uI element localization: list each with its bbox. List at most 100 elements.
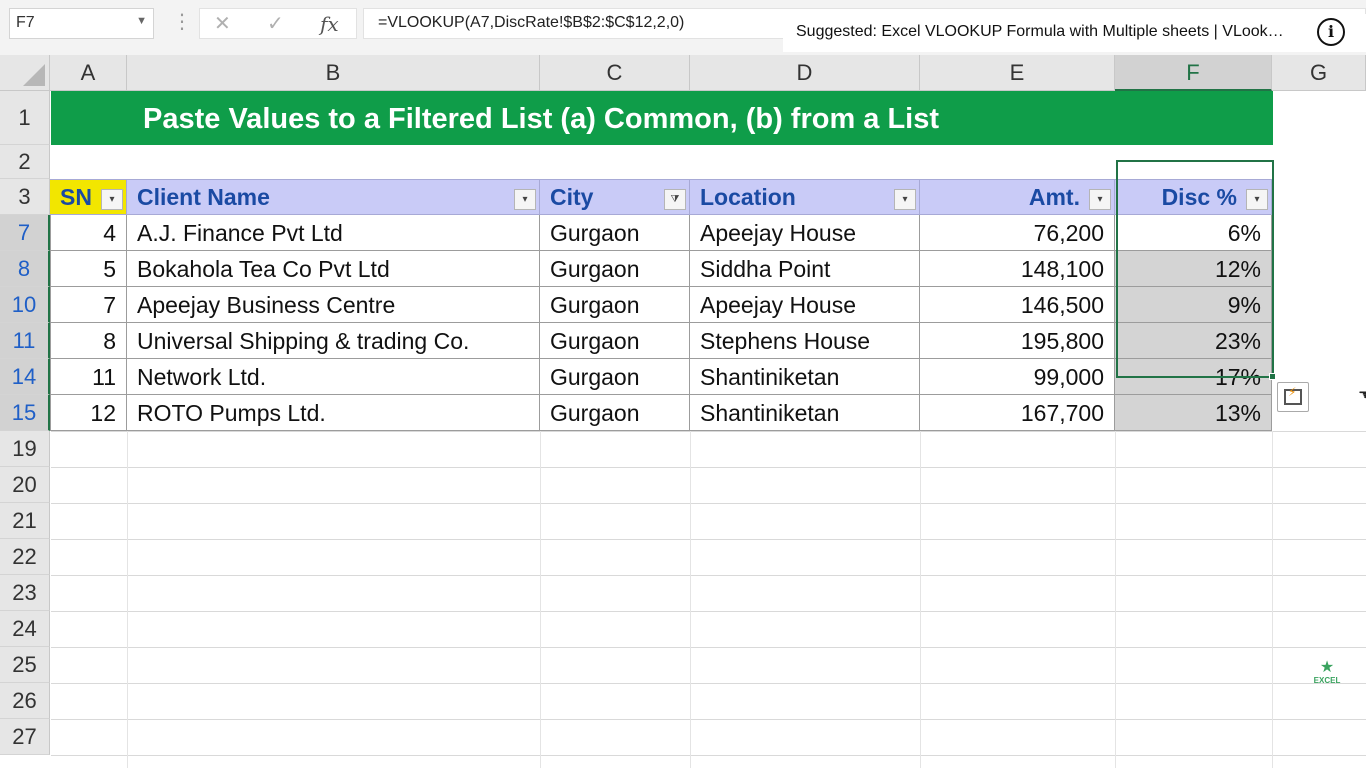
row-header[interactable]: 10 <box>0 287 50 323</box>
cell-city[interactable]: Gurgaon <box>540 287 690 323</box>
filter-dropdown-icon[interactable]: ▾ <box>514 189 536 210</box>
row-header[interactable]: 26 <box>0 683 50 719</box>
chevron-down-icon[interactable]: ▼ <box>136 15 147 27</box>
row-header[interactable]: 11 <box>0 323 50 359</box>
quick-analysis-icon[interactable]: ⚡ <box>1277 382 1309 412</box>
name-box[interactable]: F7 ▼ <box>9 8 154 39</box>
cell-discount[interactable]: 17% <box>1115 359 1272 395</box>
cell-discount[interactable]: 12% <box>1115 251 1272 287</box>
cell-city[interactable]: Gurgaon <box>540 395 690 431</box>
cell-discount[interactable]: 13% <box>1115 395 1272 431</box>
cell-amount[interactable]: 148,100 <box>920 251 1115 287</box>
cell-client-name[interactable]: Apeejay Business Centre <box>127 287 540 323</box>
cell-city[interactable]: Gurgaon <box>540 359 690 395</box>
header-label: Location <box>700 184 796 210</box>
select-all-button[interactable] <box>0 55 50 91</box>
cell-discount[interactable]: 23% <box>1115 323 1272 359</box>
header-location[interactable]: Location ▾ <box>690 179 920 215</box>
column-header-a[interactable]: A <box>50 55 127 91</box>
column-header-c[interactable]: C <box>540 55 690 91</box>
row-header[interactable]: 27 <box>0 719 50 755</box>
header-amount[interactable]: Amt. ▾ <box>920 179 1115 215</box>
cell-discount[interactable]: 6% <box>1115 215 1272 251</box>
filter-dropdown-icon[interactable]: ▾ <box>1089 189 1111 210</box>
row-header[interactable]: 25 <box>0 647 50 683</box>
row-header[interactable]: 2 <box>0 145 50 179</box>
cell-client-name[interactable]: Network Ltd. <box>127 359 540 395</box>
suggested-video-banner[interactable]: Suggested: Excel VLOOKUP Formula with Mu… <box>783 14 1366 52</box>
cell-location[interactable]: Shantiniketan <box>690 359 920 395</box>
more-options-icon[interactable]: ⋮ <box>172 10 192 34</box>
header-sn[interactable]: SN ▾ <box>50 179 127 215</box>
row-header[interactable]: 20 <box>0 467 50 503</box>
gridline <box>1115 431 1116 768</box>
row-header[interactable]: 7 <box>0 215 50 251</box>
row-header[interactable]: 24 <box>0 611 50 647</box>
cell-amount[interactable]: 195,800 <box>920 323 1115 359</box>
filter-active-icon[interactable]: ⧩ <box>664 189 686 210</box>
gridline <box>51 431 1366 432</box>
table-row: 7 Apeejay Business Centre Gurgaon Apeejay H… <box>50 287 1273 323</box>
cell-sn[interactable]: 5 <box>50 251 127 287</box>
row-header[interactable]: 1 <box>0 91 50 145</box>
cell-client-name[interactable]: Bokahola Tea Co Pvt Ltd <box>127 251 540 287</box>
column-header-e[interactable]: E <box>920 55 1115 91</box>
gridline <box>127 431 128 768</box>
info-icon[interactable]: i <box>1317 18 1345 46</box>
cell-amount[interactable]: 76,200 <box>920 215 1115 251</box>
table-row: 12 ROTO Pumps Ltd. Gurgaon Shantiniketan 167… <box>50 395 1273 431</box>
cell-sn[interactable]: 11 <box>50 359 127 395</box>
excel-logo-icon: ★ EXCEL <box>1309 660 1345 694</box>
row-header[interactable]: 21 <box>0 503 50 539</box>
header-label: Client Name <box>137 184 270 210</box>
cell-amount[interactable]: 146,500 <box>920 287 1115 323</box>
cell-client-name[interactable]: ROTO Pumps Ltd. <box>127 395 540 431</box>
row-header[interactable]: 19 <box>0 431 50 467</box>
cell-location[interactable]: Siddha Point <box>690 251 920 287</box>
cell-amount[interactable]: 167,700 <box>920 395 1115 431</box>
x-icon[interactable]: ✕ <box>214 11 231 37</box>
fill-handle[interactable] <box>1269 373 1276 380</box>
table-row: 4 A.J. Finance Pvt Ltd Gurgaon Apeejay Hous… <box>50 215 1273 251</box>
row-header[interactable]: 14 <box>0 359 50 395</box>
cell-amount[interactable]: 99,000 <box>920 359 1115 395</box>
cell-client-name[interactable]: A.J. Finance Pvt Ltd <box>127 215 540 251</box>
cell-location[interactable]: Apeejay House <box>690 287 920 323</box>
row-header[interactable]: 3 <box>0 179 50 215</box>
filter-dropdown-icon[interactable]: ▾ <box>1246 189 1268 210</box>
cell-sn[interactable]: 7 <box>50 287 127 323</box>
row-header[interactable]: 22 <box>0 539 50 575</box>
cell-location[interactable]: Apeejay House <box>690 215 920 251</box>
header-label: Amt. <box>1028 184 1080 210</box>
header-client-name[interactable]: Client Name ▾ <box>127 179 540 215</box>
column-header-d[interactable]: D <box>690 55 920 91</box>
check-icon[interactable]: ✓ <box>267 11 284 37</box>
cell-location[interactable]: Shantiniketan <box>690 395 920 431</box>
row-header[interactable]: 23 <box>0 575 50 611</box>
cell-sn[interactable]: 8 <box>50 323 127 359</box>
cell-client-name[interactable]: Universal Shipping & trading Co. <box>127 323 540 359</box>
column-header-b[interactable]: B <box>127 55 540 91</box>
row-header[interactable]: 15 <box>0 395 50 431</box>
filter-dropdown-icon[interactable]: ▾ <box>894 189 916 210</box>
cell-city[interactable]: Gurgaon <box>540 215 690 251</box>
gridline <box>51 611 1366 612</box>
header-city[interactable]: City ⧩ <box>540 179 690 215</box>
title-banner[interactable]: Paste Values to a Filtered List (a) Comm… <box>51 91 1273 145</box>
gridline <box>51 719 1366 720</box>
row-header[interactable]: 8 <box>0 251 50 287</box>
column-header-f[interactable]: F <box>1115 55 1272 91</box>
cell-discount[interactable]: 9% <box>1115 287 1272 323</box>
cell-sn[interactable]: 12 <box>50 395 127 431</box>
column-header-g[interactable]: G <box>1272 55 1366 91</box>
header-label: Disc % <box>1161 184 1237 210</box>
header-discount[interactable]: Disc % ▾ <box>1115 179 1272 215</box>
cell-city[interactable]: Gurgaon <box>540 323 690 359</box>
filter-dropdown-icon[interactable]: ▾ <box>101 189 123 210</box>
cell-sn[interactable]: 4 <box>50 215 127 251</box>
fx-icon[interactable]: fx <box>320 11 339 37</box>
table-row: 5 Bokahola Tea Co Pvt Ltd Gurgaon Siddha Po… <box>50 251 1273 287</box>
cell-location[interactable]: Stephens House <box>690 323 920 359</box>
cell-city[interactable]: Gurgaon <box>540 251 690 287</box>
gridline <box>1272 431 1273 768</box>
